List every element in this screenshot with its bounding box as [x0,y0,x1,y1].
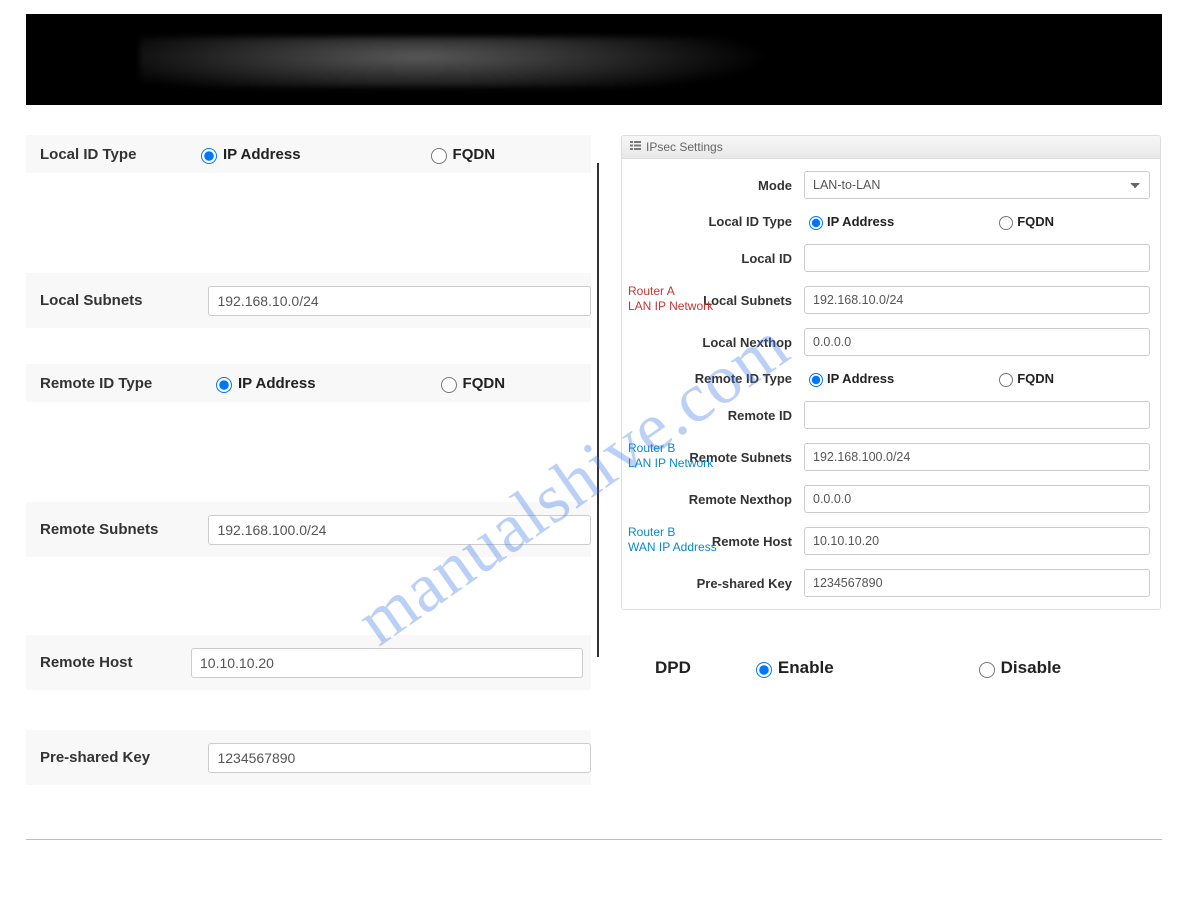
local-id-type-ipaddress-radio[interactable] [201,148,217,164]
preshared-key-input[interactable] [208,743,591,773]
local-id-type-fqdn[interactable]: FQDN [426,145,496,164]
remote-id-type-ipaddress-text: IP Address [238,375,316,392]
r-local-id-type-label: Local ID Type [628,214,804,229]
local-id-type-fqdn-text: FQDN [453,146,496,163]
local-id-type-row: Local ID Type IP Address FQDN [26,135,591,173]
remote-subnets-row: Remote Subnets [26,502,591,557]
bottom-divider [26,839,1162,840]
remote-id-type-fqdn-text: FQDN [463,375,506,392]
local-subnets-row: Local Subnets [26,273,591,328]
r-local-nexthop-input[interactable] [804,328,1150,356]
ann-lan-ip-2: LAN IP Network [628,456,713,471]
remote-subnets-label: Remote Subnets [26,521,208,538]
r-local-nexthop-row: Local Nexthop [628,328,1150,356]
remote-id-type-fqdn[interactable]: FQDN [436,374,506,393]
dpd-enable-text: Enable [778,658,834,678]
r-remote-host-input[interactable] [804,527,1150,555]
remote-id-type-label: Remote ID Type [26,375,211,392]
ann-router-b-1: Router B [628,441,675,456]
r-remote-id-type-fqdn-text: FQDN [1017,371,1054,386]
remote-host-label: Remote Host [26,654,191,671]
preshared-key-label: Pre-shared Key [26,749,208,766]
r-local-id-input [804,244,1150,272]
r-local-id-type-ipaddr-text: IP Address [827,214,894,229]
remote-host-input[interactable] [191,648,583,678]
preshared-key-row: Pre-shared Key [26,730,591,785]
ipsec-settings-header: IPsec Settings [622,136,1160,159]
local-id-type-label: Local ID Type [26,146,196,163]
r-remote-subnets-row: Router B LAN IP Network Remote Subnets [628,443,1150,471]
r-remote-nexthop-input[interactable] [804,485,1150,513]
r-local-nexthop-label: Local Nexthop [628,335,804,350]
remote-id-type-ipaddress[interactable]: IP Address [211,374,316,393]
r-local-subnets-row: Router A LAN IP Network Local Subnets [628,286,1150,314]
remote-id-type-row: Remote ID Type IP Address FQDN [26,364,591,402]
dpd-disable-text: Disable [1001,658,1061,678]
r-remote-subnets-input[interactable] [804,443,1150,471]
dpd-row: DPD Enable Disable [621,658,1161,678]
list-icon [630,141,642,153]
r-local-id-label: Local ID [628,251,804,266]
r-local-id-type-fqdn-text: FQDN [1017,214,1054,229]
local-id-type-ipaddress-text: IP Address [223,146,301,163]
right-column: IPsec Settings Mode LAN-to-LAN Local ID … [621,135,1161,785]
local-id-type-ipaddress[interactable]: IP Address [196,145,301,164]
dpd-enable[interactable]: Enable [751,658,834,678]
dpd-label: DPD [655,658,691,678]
r-local-id-type-row: Local ID Type IP Address FQDN [628,213,1150,230]
r-remote-nexthop-label: Remote Nexthop [628,492,804,507]
remote-host-row: Remote Host [26,635,591,690]
r-local-subnets-input[interactable] [804,286,1150,314]
r-remote-id-type-ipaddr-radio[interactable] [809,373,823,387]
r-remote-id-row: Remote ID [628,401,1150,429]
r-local-id-row: Local ID [628,244,1150,272]
header-banner [26,14,1162,105]
dpd-disable-radio[interactable] [979,662,995,678]
dpd-disable[interactable]: Disable [974,658,1061,678]
ann-router-a: Router A [628,284,675,299]
ann-lan-ip-1: LAN IP Network [628,299,713,314]
ipsec-settings-panel: IPsec Settings Mode LAN-to-LAN Local ID … [621,135,1161,610]
r-remote-id-input [804,401,1150,429]
r-remote-id-type-ipaddr-text: IP Address [827,371,894,386]
r-mode-label: Mode [628,178,804,193]
r-local-id-type-fqdn[interactable]: FQDN [994,213,1054,230]
r-local-id-type-ipaddr-radio[interactable] [809,216,823,230]
ann-wan-ip: WAN IP Address [628,540,717,555]
r-remote-host-row: Router B WAN IP Address Remote Host [628,527,1150,555]
r-mode-select[interactable]: LAN-to-LAN [804,171,1150,199]
r-remote-id-type-ipaddr[interactable]: IP Address [804,370,894,387]
r-remote-nexthop-row: Remote Nexthop [628,485,1150,513]
r-remote-id-type-fqdn-radio[interactable] [999,373,1013,387]
r-remote-id-type-fqdn[interactable]: FQDN [994,370,1054,387]
r-remote-id-type-row: Remote ID Type IP Address FQDN [628,370,1150,387]
r-local-id-type-ipaddr[interactable]: IP Address [804,213,894,230]
r-preshared-key-label: Pre-shared Key [628,576,804,591]
ipsec-settings-title: IPsec Settings [646,140,723,154]
r-preshared-key-input[interactable] [804,569,1150,597]
ann-router-b-2: Router B [628,525,675,540]
r-mode-row: Mode LAN-to-LAN [628,171,1150,199]
local-subnets-label: Local Subnets [26,292,208,309]
local-id-type-fqdn-radio[interactable] [431,148,447,164]
left-column: Local ID Type IP Address FQDN Local Subn… [26,135,591,785]
r-local-id-type-fqdn-radio[interactable] [999,216,1013,230]
local-subnets-input[interactable] [208,286,591,316]
remote-subnets-input[interactable] [208,515,591,545]
remote-id-type-ipaddress-radio[interactable] [216,377,232,393]
r-preshared-key-row: Pre-shared Key [628,569,1150,597]
remote-id-type-fqdn-radio[interactable] [441,377,457,393]
dpd-enable-radio[interactable] [756,662,772,678]
r-remote-id-type-label: Remote ID Type [628,371,804,386]
vertical-divider [597,163,599,657]
r-remote-id-label: Remote ID [628,408,804,423]
